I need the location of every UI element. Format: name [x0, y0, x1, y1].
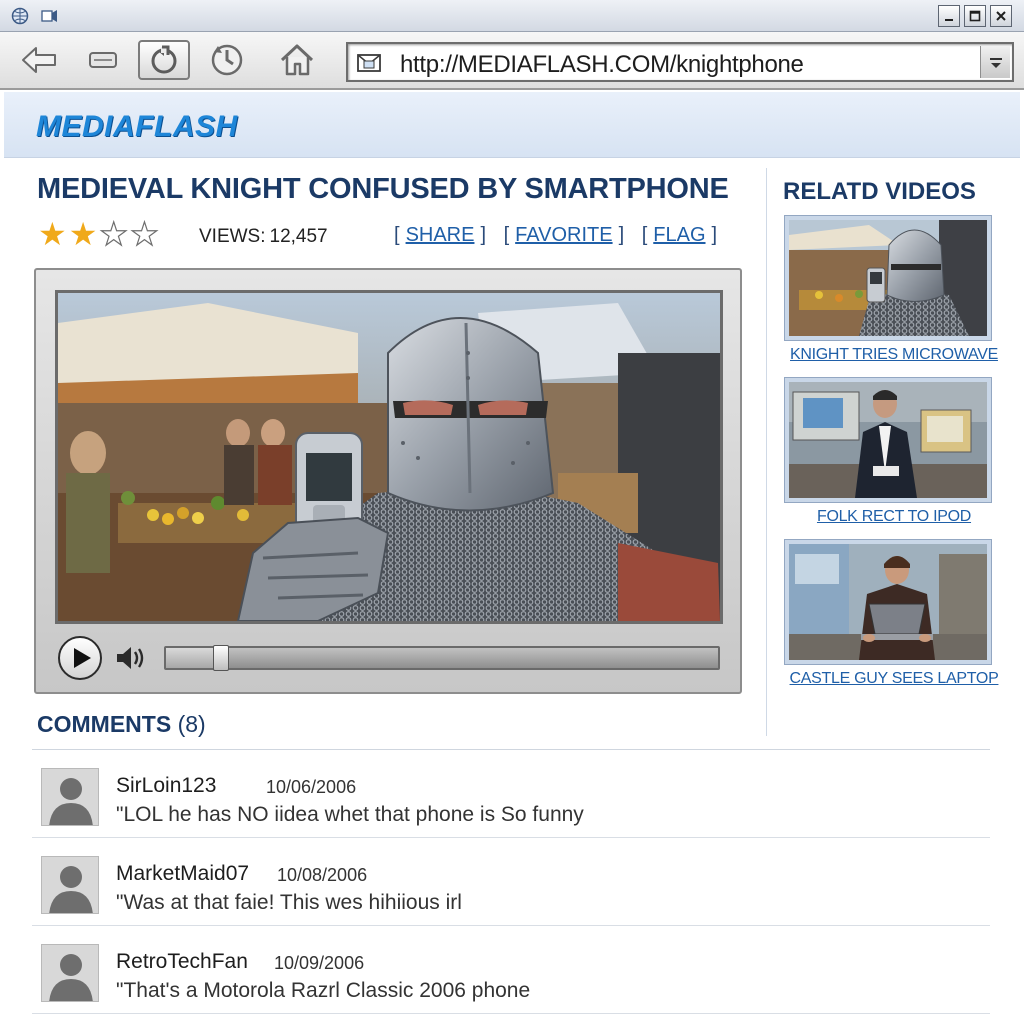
video-frame[interactable] — [55, 290, 723, 624]
seek-handle[interactable] — [213, 645, 230, 671]
related-video-item[interactable]: CASTLE GUY SEES LAPTOP — [779, 540, 1009, 688]
folk-ipod-image — [789, 382, 987, 498]
address-url: http://MEDIAFLASH.COM/knightphone — [400, 51, 804, 78]
comments-title: COMMENTS (8) — [37, 711, 206, 738]
comment-item: MarketMaid07 10/08/2006 "Was at that fai… — [32, 840, 990, 926]
comment-date: 10/09/2006 — [274, 953, 365, 973]
home-icon — [280, 44, 314, 76]
site-logo[interactable]: MEDIAFLASH — [36, 110, 238, 144]
user-silhouette-icon — [49, 778, 93, 825]
back-arrow-icon — [22, 47, 56, 73]
home-button[interactable] — [274, 40, 320, 80]
browser-toolbar: http://MEDIAFLASH.COM/knightphone — [0, 32, 1024, 90]
back-button[interactable] — [16, 40, 62, 80]
star-filled-icon[interactable]: ★ — [69, 218, 98, 250]
related-video-item[interactable]: KNIGHT TRIES MICROWAVE — [779, 216, 1009, 364]
comment-date: 10/08/2006 — [277, 865, 368, 885]
address-dropdown-button[interactable] — [980, 46, 1010, 78]
views-label: VIEWS: — [199, 226, 266, 247]
minimize-button[interactable] — [938, 5, 960, 27]
user-silhouette-icon — [49, 866, 93, 913]
related-video-thumbnail[interactable] — [785, 378, 991, 502]
comment-text: "Was at that faie! This wes hihiious irl — [116, 891, 462, 914]
comment-item: RetroTechFan 10/09/2006 "That's a Motoro… — [32, 928, 990, 1014]
seek-bar[interactable] — [164, 645, 720, 671]
comments-label: COMMENTS — [37, 711, 172, 737]
refresh-button[interactable] — [138, 40, 190, 80]
knight-microwave-image — [789, 220, 987, 336]
maximize-button[interactable] — [964, 5, 986, 27]
site-header: MEDIAFLASH — [4, 92, 1020, 158]
avatar[interactable] — [41, 856, 99, 914]
comments-count: (8) — [177, 711, 206, 737]
related-videos-sidebar: RELATD VIDEOS KNIGHT TRIES MICROWAVE FOL… — [766, 168, 1016, 736]
related-video-link[interactable]: KNIGHT TRIES MICROWAVE — [779, 346, 1009, 364]
comment-date: 10/06/2006 — [266, 777, 357, 797]
comment-username[interactable]: SirLoin123 — [116, 774, 216, 798]
page-document-icon — [357, 54, 381, 72]
related-videos-title: RELATD VIDEOS — [783, 178, 976, 205]
address-bar[interactable]: http://MEDIAFLASH.COM/knightphone — [346, 42, 1014, 82]
stop-icon — [89, 52, 117, 68]
comment-username[interactable]: MarketMaid07 — [116, 862, 249, 886]
comments-divider — [32, 749, 990, 750]
share-link[interactable]: SHARE — [406, 224, 475, 246]
rating-stars[interactable]: ★ ★ ★ ★ — [38, 217, 159, 250]
castle-laptop-image — [789, 544, 987, 660]
home-circle-button[interactable] — [204, 40, 250, 80]
related-video-link[interactable]: FOLK RECT TO IPOD — [779, 508, 1009, 526]
comment-text: "LOL he has NO iidea whet that phone is … — [116, 803, 584, 826]
player-controls — [56, 634, 724, 684]
comment-text: "That's a Motorola Razrl Classic 2006 ph… — [116, 979, 531, 1002]
stop-button[interactable] — [80, 40, 126, 80]
avatar[interactable] — [41, 768, 99, 826]
history-icon — [211, 44, 243, 76]
page-icon — [40, 6, 60, 26]
related-video-item[interactable]: FOLK RECT TO IPOD — [779, 378, 1009, 526]
user-silhouette-icon — [49, 954, 93, 1001]
avatar[interactable] — [41, 944, 99, 1002]
speaker-icon — [117, 647, 144, 669]
related-video-thumbnail[interactable] — [785, 540, 991, 664]
knight-video-image — [58, 293, 720, 621]
comment-username[interactable]: RetroTechFan — [116, 950, 248, 974]
views-count: VIEWS: 12,457 — [199, 226, 328, 248]
video-title: MEDIEVAL KNIGHT CONFUSED BY SMARTPHONE — [37, 173, 729, 205]
refresh-icon — [151, 45, 177, 74]
favorite-link[interactable]: FAVORITE — [515, 224, 612, 246]
star-empty-icon[interactable]: ★ — [99, 217, 129, 250]
dropdown-icon — [989, 58, 1002, 68]
video-actions: [SHARE] [FAVORITE] [FLAG] — [394, 224, 718, 246]
window-title-bar — [0, 0, 1024, 32]
volume-button[interactable] — [114, 644, 144, 672]
star-filled-icon[interactable]: ★ — [38, 218, 67, 250]
play-icon — [74, 648, 91, 668]
video-player — [34, 268, 742, 694]
views-number: 12,457 — [269, 226, 328, 247]
related-video-thumbnail[interactable] — [785, 216, 991, 340]
comment-item: SirLoin123 10/06/2006 "LOL he has NO iid… — [32, 752, 990, 838]
browser-globe-icon — [10, 6, 30, 26]
flag-link[interactable]: FLAG — [653, 224, 705, 246]
star-empty-icon[interactable]: ★ — [129, 217, 159, 250]
close-button[interactable] — [990, 5, 1012, 27]
related-video-link[interactable]: CASTLE GUY SEES LAPTOP — [779, 670, 1009, 688]
play-button[interactable] — [58, 636, 102, 680]
